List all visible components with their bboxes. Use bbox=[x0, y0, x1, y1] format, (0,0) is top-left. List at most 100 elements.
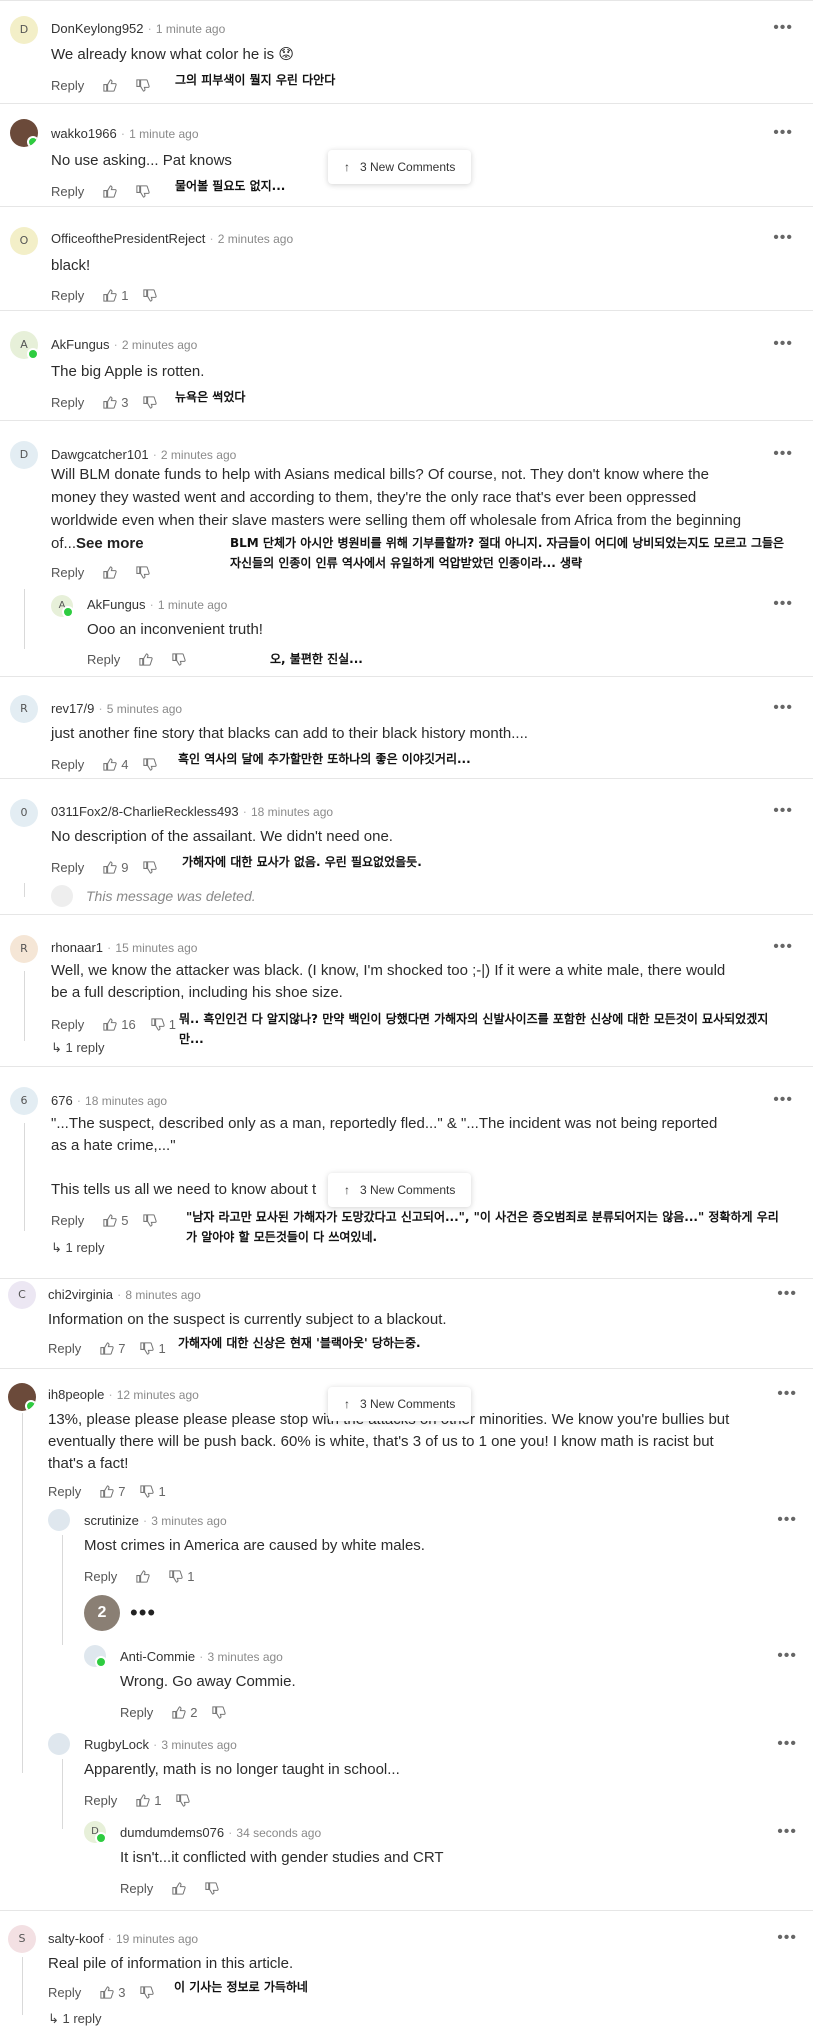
reply-button[interactable]: Reply bbox=[51, 860, 84, 875]
avatar[interactable]: A bbox=[10, 331, 39, 360]
like-button[interactable]: 1 bbox=[102, 288, 128, 303]
dislike-button[interactable] bbox=[142, 757, 161, 772]
username[interactable]: AkFungus bbox=[51, 337, 110, 352]
dislike-button[interactable] bbox=[142, 395, 161, 410]
like-button[interactable]: 3 bbox=[102, 395, 128, 410]
dislike-button[interactable] bbox=[142, 860, 161, 875]
dislike-button[interactable] bbox=[135, 565, 154, 580]
more-options-icon[interactable]: ••• bbox=[773, 229, 793, 247]
dislike-button[interactable] bbox=[135, 78, 154, 93]
like-button[interactable] bbox=[102, 565, 121, 580]
username[interactable]: 0311Fox2/8-CharlieReckless493 bbox=[51, 804, 239, 819]
more-options-icon[interactable]: ••• bbox=[773, 802, 793, 820]
avatar[interactable]: R bbox=[10, 695, 38, 723]
dislike-button[interactable] bbox=[135, 184, 154, 199]
more-options-icon[interactable]: ••• bbox=[777, 1735, 797, 1753]
username[interactable]: scrutinize bbox=[84, 1513, 139, 1528]
username[interactable]: chi2virginia bbox=[48, 1287, 113, 1302]
like-button[interactable]: 4 bbox=[102, 757, 128, 772]
dislike-button[interactable]: 1 bbox=[139, 1484, 166, 1499]
avatar[interactable]: D bbox=[84, 1821, 107, 1844]
username[interactable]: wakko1966 bbox=[51, 126, 117, 141]
username[interactable]: AkFungus bbox=[87, 597, 146, 612]
dislike-button[interactable]: 1 bbox=[168, 1569, 194, 1584]
reply-button[interactable]: Reply bbox=[51, 1017, 84, 1032]
more-options-icon[interactable]: ••• bbox=[773, 124, 793, 142]
dislike-button[interactable] bbox=[139, 1985, 158, 2000]
reply-button[interactable]: Reply bbox=[51, 1213, 84, 1228]
dislike-button[interactable] bbox=[171, 652, 190, 667]
reply-button[interactable]: Reply bbox=[51, 565, 84, 580]
avatar[interactable]: C bbox=[8, 1281, 36, 1309]
more-options-icon[interactable]: ••• bbox=[773, 1091, 793, 1109]
avatar[interactable]: A bbox=[51, 595, 74, 618]
reply-button[interactable]: Reply bbox=[120, 1705, 153, 1720]
like-button[interactable]: 16 bbox=[102, 1017, 136, 1032]
see-more-link[interactable]: See more bbox=[76, 535, 144, 552]
dislike-button[interactable]: 1 bbox=[150, 1017, 176, 1032]
new-comments-toast[interactable]: ↑ 3 New Comments bbox=[328, 1173, 472, 1207]
username[interactable]: OfficeofthePresidentReject bbox=[51, 231, 205, 246]
more-options-icon[interactable]: ••• bbox=[773, 335, 793, 353]
new-comments-toast[interactable]: ↑ 3 New Comments bbox=[328, 150, 472, 184]
dislike-button[interactable]: 1 bbox=[139, 1341, 166, 1356]
like-button[interactable]: 2 bbox=[171, 1705, 197, 1720]
reply-button[interactable]: Reply bbox=[51, 395, 84, 410]
username[interactable]: Anti-Commie bbox=[120, 1649, 195, 1664]
reply-button[interactable]: Reply bbox=[51, 757, 84, 772]
avatar[interactable] bbox=[84, 1645, 107, 1668]
reply-button[interactable]: Reply bbox=[51, 288, 84, 303]
dislike-button[interactable] bbox=[204, 1881, 223, 1896]
like-button[interactable]: 5 bbox=[102, 1213, 128, 1228]
dislike-button[interactable] bbox=[175, 1793, 194, 1808]
more-options-icon[interactable]: ••• bbox=[773, 445, 793, 463]
avatar[interactable]: D bbox=[10, 441, 38, 469]
username[interactable]: dumdumdems076 bbox=[120, 1825, 224, 1840]
avatar[interactable] bbox=[8, 1383, 36, 1411]
avatar[interactable]: R bbox=[10, 935, 38, 963]
reply-button[interactable]: Reply bbox=[120, 1881, 153, 1896]
dislike-button[interactable] bbox=[142, 288, 161, 303]
like-button[interactable] bbox=[135, 1569, 154, 1584]
avatar[interactable]: S bbox=[8, 1925, 36, 1953]
reply-button[interactable]: Reply bbox=[51, 78, 84, 93]
more-options-icon[interactable]: ••• bbox=[777, 1929, 797, 1947]
more-options-icon[interactable]: ••• bbox=[777, 1823, 797, 1841]
like-button[interactable] bbox=[138, 652, 157, 667]
reply-button[interactable]: Reply bbox=[84, 1793, 117, 1808]
more-options-icon[interactable]: ••• bbox=[773, 595, 793, 613]
more-options-icon[interactable]: ••• bbox=[777, 1285, 797, 1303]
dislike-button[interactable] bbox=[142, 1213, 161, 1228]
reply-button[interactable]: Reply bbox=[48, 1985, 81, 2000]
like-button[interactable] bbox=[171, 1881, 190, 1896]
username[interactable]: Dawgcatcher101 bbox=[51, 447, 149, 462]
more-options-icon[interactable]: ••• bbox=[777, 1511, 797, 1529]
like-button[interactable]: 9 bbox=[102, 860, 128, 875]
reply-button[interactable]: Reply bbox=[48, 1341, 81, 1356]
reply-button[interactable]: Reply bbox=[51, 184, 84, 199]
like-button[interactable]: 3 bbox=[99, 1985, 125, 2000]
username[interactable]: DonKeylong952 bbox=[51, 21, 144, 36]
like-button[interactable]: 7 bbox=[99, 1484, 125, 1499]
more-options-icon[interactable]: ••• bbox=[773, 699, 793, 717]
view-replies-link[interactable]: ↳ 1 reply bbox=[48, 2011, 102, 2027]
like-button[interactable]: 1 bbox=[135, 1793, 161, 1808]
view-replies-link[interactable]: ↳ 1 reply bbox=[51, 1040, 105, 1056]
avatar[interactable] bbox=[48, 1509, 70, 1531]
dislike-button[interactable] bbox=[211, 1705, 230, 1720]
username[interactable]: rhonaar1 bbox=[51, 940, 103, 955]
avatar[interactable]: 0 bbox=[10, 799, 38, 827]
avatar[interactable] bbox=[48, 1733, 70, 1755]
like-button[interactable] bbox=[102, 184, 121, 199]
reply-button[interactable]: Reply bbox=[87, 652, 120, 667]
avatar[interactable] bbox=[10, 119, 38, 147]
username[interactable]: rev17/9 bbox=[51, 701, 94, 716]
more-options-icon[interactable]: ••• bbox=[773, 19, 793, 37]
avatar[interactable]: D bbox=[10, 16, 38, 44]
like-button[interactable] bbox=[102, 78, 121, 93]
avatar[interactable]: 6 bbox=[10, 1087, 38, 1115]
username[interactable]: 676 bbox=[51, 1093, 73, 1108]
more-options-icon[interactable]: ••• bbox=[777, 1647, 797, 1665]
more-options-icon[interactable]: ••• bbox=[773, 938, 793, 956]
view-replies-link[interactable]: ↳ 1 reply bbox=[51, 1240, 105, 1256]
